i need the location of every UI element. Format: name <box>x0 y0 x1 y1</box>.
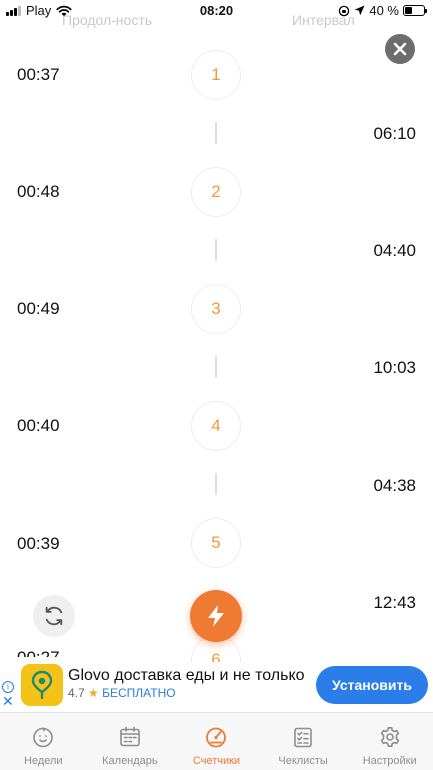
location-pin-icon <box>31 670 53 700</box>
baby-face-icon <box>33 727 54 748</box>
checklist-icon <box>294 727 312 748</box>
close-icon <box>393 42 407 56</box>
tab-calendar[interactable]: Календарь <box>87 713 174 770</box>
close-button[interactable] <box>385 34 415 64</box>
contraction-interval-5: 12:43 <box>373 593 416 612</box>
timeline-connector <box>215 356 217 378</box>
tab-calendar-label: Календарь <box>102 755 158 767</box>
calendar-icon <box>120 726 140 747</box>
contraction-duration-1: 00:37 <box>17 65 60 84</box>
ad-price: БЕСПЛАТНО <box>102 686 176 700</box>
contraction-interval-1: 06:10 <box>373 124 416 143</box>
install-button[interactable]: Установить <box>316 666 428 704</box>
ad-title: Glovo доставка еды и не только <box>68 667 305 684</box>
location-icon <box>355 5 365 16</box>
tab-counters-label: Счетчики <box>192 755 241 767</box>
timeline-connector <box>215 239 217 261</box>
tab-settings-label: Настройки <box>362 755 417 767</box>
ad-rating: 4.7 <box>68 686 85 700</box>
contraction-number-3[interactable]: 3 <box>191 284 241 334</box>
refresh-icon <box>45 606 63 626</box>
contraction-interval-3: 10:03 <box>373 358 416 377</box>
reset-button[interactable] <box>33 595 75 637</box>
app-logo <box>21 664 63 706</box>
battery-percent: 40 % <box>369 3 399 18</box>
gauge-icon <box>206 727 227 748</box>
tab-counters[interactable]: Счетчики <box>173 713 260 770</box>
tab-checklists-label: Чеклисты <box>278 755 328 767</box>
tab-weeks[interactable]: Недели <box>0 713 87 770</box>
ad-close-icon[interactable]: ✕ <box>2 694 14 708</box>
duration-header: Продол-ность <box>62 12 153 28</box>
contraction-number-1[interactable]: 1 <box>191 50 241 100</box>
contraction-number-4[interactable]: 4 <box>191 401 241 451</box>
contraction-interval-4: 04:38 <box>373 476 416 495</box>
gear-icon <box>380 727 399 747</box>
contraction-duration-5: 00:39 <box>17 534 60 553</box>
timeline-connector <box>215 473 217 495</box>
ad-subtitle: 4.7 ★ БЕСПЛАТНО <box>68 686 176 700</box>
interval-header: Интервал <box>292 12 355 28</box>
lightning-icon <box>208 605 224 627</box>
star-icon: ★ <box>88 686 99 700</box>
timeline-connector <box>215 122 217 144</box>
contraction-number-2[interactable]: 2 <box>191 167 241 217</box>
info-icon[interactable]: i <box>2 681 14 693</box>
tab-bar: Недели Календарь Счетчики Чеклисты Настр… <box>0 712 433 770</box>
start-contraction-button[interactable] <box>190 590 242 642</box>
contraction-duration-3: 00:49 <box>17 299 60 318</box>
contraction-number-5[interactable]: 5 <box>191 518 241 568</box>
contraction-duration-4: 00:40 <box>17 416 60 435</box>
tab-weeks-label: Недели <box>24 755 63 767</box>
tab-settings[interactable]: Настройки <box>346 713 433 770</box>
ad-banner[interactable]: i ✕ Glovo доставка еды и не только 4.7 ★… <box>0 662 433 710</box>
battery-icon <box>403 5 427 16</box>
contraction-duration-2: 00:48 <box>17 182 60 201</box>
tab-checklists[interactable]: Чеклисты <box>260 713 347 770</box>
contraction-interval-2: 04:40 <box>373 241 416 260</box>
